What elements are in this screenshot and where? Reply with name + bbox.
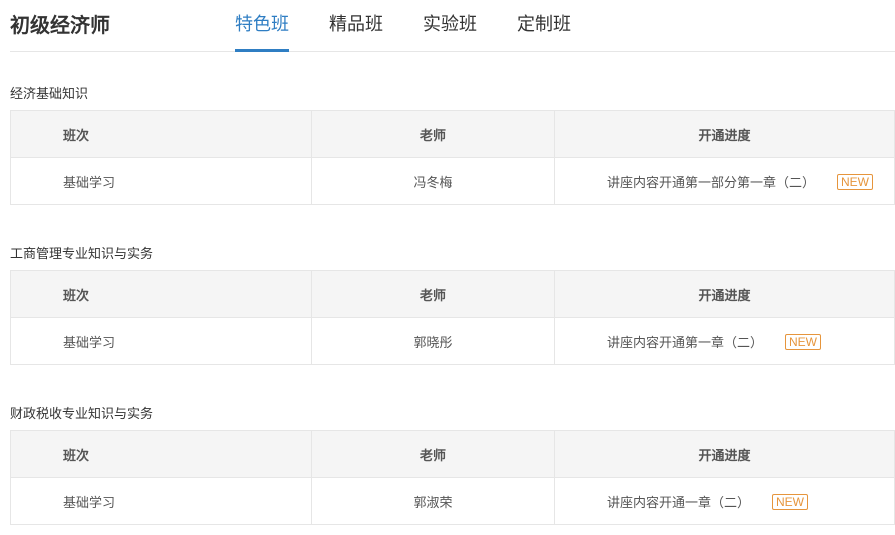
column-header-teacher: 老师 xyxy=(311,430,555,478)
page-title: 初级经济师 xyxy=(10,15,110,37)
section-title: 财政税收专业知识与实务 xyxy=(10,406,154,421)
tab-premium[interactable]: 精品班 xyxy=(329,10,383,52)
teacher-cell: 郭晓彤 xyxy=(311,317,555,365)
tab-featured[interactable]: 特色班 xyxy=(235,10,289,52)
class-table: 班次 老师 开通进度 基础学习 郭淑荣 讲座内容开通一章（二） NEW xyxy=(10,430,895,525)
table-header-row: 班次 老师 开通进度 xyxy=(10,430,895,478)
table-row[interactable]: 基础学习 郭晓彤 讲座内容开通第一章（二） NEW xyxy=(10,317,895,365)
progress-cell: 讲座内容开通一章（二） NEW xyxy=(554,477,895,525)
progress-cell: 讲座内容开通第一部分第一章（二） NEW xyxy=(554,157,895,205)
section-title: 经济基础知识 xyxy=(10,86,89,101)
column-header-teacher: 老师 xyxy=(311,270,555,318)
table-header-row: 班次 老师 开通进度 xyxy=(10,110,895,158)
column-header-class: 班次 xyxy=(10,430,312,478)
table-row[interactable]: 基础学习 冯冬梅 讲座内容开通第一部分第一章（二） NEW xyxy=(10,157,895,205)
class-table: 班次 老师 开通进度 基础学习 冯冬梅 讲座内容开通第一部分第一章（二） NEW xyxy=(10,110,895,205)
table-row[interactable]: 基础学习 郭淑荣 讲座内容开通一章（二） NEW xyxy=(10,477,895,525)
section-title: 工商管理专业知识与实务 xyxy=(10,246,154,261)
course-section: 经济基础知识 班次 老师 开通进度 基础学习 冯冬梅 讲座内容开通第一部分第一章… xyxy=(10,83,895,205)
course-section: 工商管理专业知识与实务 班次 老师 开通进度 基础学习 郭晓彤 讲座内容开通第一… xyxy=(10,243,895,365)
new-badge: NEW xyxy=(772,493,809,510)
progress-cell: 讲座内容开通第一章（二） NEW xyxy=(554,317,895,365)
column-header-progress: 开通进度 xyxy=(554,270,895,318)
teacher-cell: 冯冬梅 xyxy=(311,157,555,205)
table-header-row: 班次 老师 开通进度 xyxy=(10,270,895,318)
new-badge: NEW xyxy=(837,173,874,190)
new-badge: NEW xyxy=(785,333,822,350)
class-cell[interactable]: 基础学习 xyxy=(10,317,312,365)
tab-custom[interactable]: 定制班 xyxy=(517,10,571,52)
course-section: 财政税收专业知识与实务 班次 老师 开通进度 基础学习 郭淑荣 讲座内容开通一章… xyxy=(10,403,895,525)
class-cell[interactable]: 基础学习 xyxy=(10,157,312,205)
progress-text: 讲座内容开通一章（二） xyxy=(607,494,751,510)
progress-text: 讲座内容开通第一部分第一章（二） xyxy=(607,174,816,190)
class-table: 班次 老师 开通进度 基础学习 郭晓彤 讲座内容开通第一章（二） NEW xyxy=(10,270,895,365)
column-header-class: 班次 xyxy=(10,270,312,318)
column-header-teacher: 老师 xyxy=(311,110,555,158)
progress-text: 讲座内容开通第一章（二） xyxy=(607,334,764,350)
column-header-progress: 开通进度 xyxy=(554,110,895,158)
teacher-cell: 郭淑荣 xyxy=(311,477,555,525)
column-header-class: 班次 xyxy=(10,110,312,158)
class-cell[interactable]: 基础学习 xyxy=(10,477,312,525)
tab-experimental[interactable]: 实验班 xyxy=(423,10,477,52)
top-header: 初级经济师 特色班 精品班 实验班 定制班 xyxy=(10,0,895,52)
column-header-progress: 开通进度 xyxy=(554,430,895,478)
